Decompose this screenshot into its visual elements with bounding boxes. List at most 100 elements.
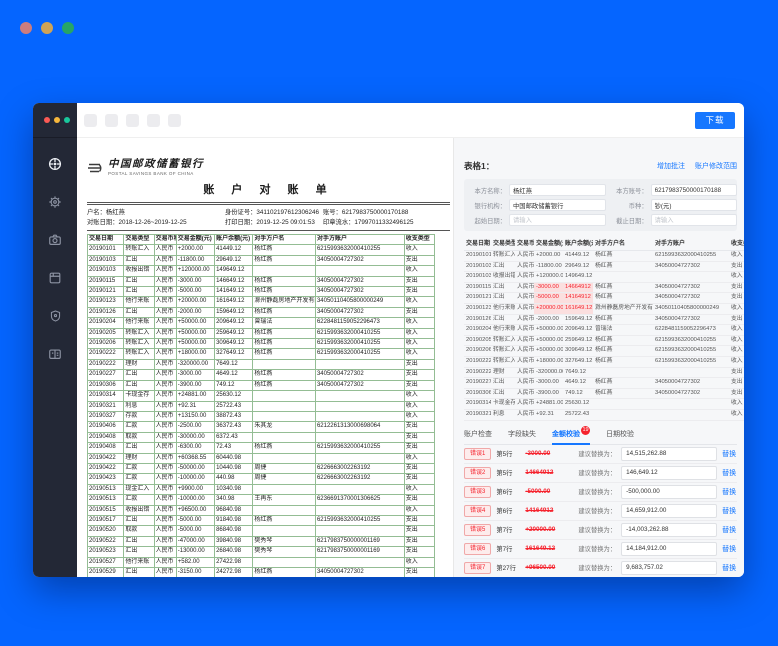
id-card-icon[interactable]: [43, 342, 67, 366]
statement-cell: 人民币: [153, 452, 177, 464]
statement-cell: 20190527: [86, 556, 125, 569]
statement-cell: 20190321: [86, 400, 125, 412]
download-button[interactable]: 下载: [695, 111, 735, 129]
parsed-row[interactable]: 20190306 汇出 人民币 -3900.00 749.12 杨红燕 3405000472…: [464, 388, 744, 400]
book-icon[interactable]: [43, 266, 67, 290]
parsed-cell: 34050004727302: [653, 282, 729, 294]
parsed-row[interactable]: 20190205 转账汇入 人民币 +50000.00 259649.12 杨红燕 6215…: [464, 335, 744, 347]
parsed-row[interactable]: 20190101 转账汇入 人民币 +2000.00 41449.12 杨红燕 621599…: [464, 250, 744, 262]
sidebar-nav: [33, 138, 77, 366]
parsed-row[interactable]: 20190103 汇出 人民币 -11800.00 29649.12 杨红燕 3405000…: [464, 261, 744, 273]
parsed-row[interactable]: 20190314 卡现金存 人民币 +24881.00 25630.12 收入: [464, 398, 744, 410]
parsed-row[interactable]: 20190222 理财 人民币 -320000.00 7649.12 支出: [464, 367, 744, 379]
statement-cell: 汇出: [123, 379, 155, 392]
suggestion-input[interactable]: [621, 560, 718, 575]
toolbar-tab-placeholder[interactable]: [84, 113, 97, 127]
gear-icon[interactable]: [43, 190, 67, 214]
own-name-input[interactable]: [509, 184, 606, 196]
camera-icon[interactable]: [43, 228, 67, 252]
error-old-value: +96500.00: [525, 564, 556, 571]
parsed-cell: 7649.12: [563, 367, 593, 379]
statement-cell: 汇款: [123, 462, 155, 475]
parsed-row[interactable]: 20190321 利息 人民币 +92.31 25722.43 收入: [464, 409, 744, 421]
statement-cell: 汇出: [123, 369, 155, 381]
statement-cell: 34050004727302: [314, 566, 405, 577]
statement-cell: 10340.98: [214, 483, 254, 496]
shield-icon[interactable]: [43, 304, 67, 328]
statement-cell: [314, 452, 405, 464]
parsed-row[interactable]: 20190227 汇出 人民币 -3000.00 4649.12 杨红燕 340500047…: [464, 377, 744, 389]
parsed-cell: 6215993632000410255: [653, 335, 729, 347]
minimize-icon[interactable]: [54, 117, 60, 123]
minimize-button[interactable]: [41, 22, 53, 34]
start-date-input[interactable]: [509, 214, 606, 226]
parsed-row[interactable]: 20190126 汇出 人民币 -2000.00 159649.12 杨红燕 3405000…: [464, 314, 744, 326]
account-edit-scope-link[interactable]: 账户修改范围: [695, 161, 737, 171]
logo-wheel-icon[interactable]: [43, 152, 67, 176]
suggestion-input[interactable]: [621, 446, 718, 461]
currency-input[interactable]: [650, 199, 737, 211]
tab-账户检查[interactable]: 账户检查: [464, 426, 492, 444]
replace-link[interactable]: 替换: [722, 525, 736, 535]
statement-cell: 6226663002263192: [314, 462, 405, 475]
toolbar-tab-placeholder[interactable]: [147, 113, 160, 127]
statement-cell: [314, 504, 405, 516]
suggestion-input[interactable]: [621, 484, 718, 499]
parsed-row[interactable]: 20190204 他行来账 人民币 +50000.00 209649.12 曾瑞法 6228…: [464, 324, 744, 336]
toolbar-tab-placeholder[interactable]: [126, 113, 139, 127]
own-account-input[interactable]: [650, 184, 737, 196]
statement-info-field: 户名：杨红燕: [87, 209, 125, 216]
suggestion-input[interactable]: [621, 465, 718, 480]
statement-row: 20190101 转账汇入 人民币 +2000.00 41449.12 杨红燕 621599…: [86, 244, 436, 256]
parsed-cell: 20190123: [464, 303, 491, 315]
statement-info-field: 印章流水：17997011332496125: [322, 218, 414, 226]
suggestion-input[interactable]: [621, 541, 718, 556]
statement-cell: 24272.98: [214, 566, 254, 577]
close-button[interactable]: [20, 22, 32, 34]
parsed-row[interactable]: 20190123 他行来账 人民币 +20000.00 161649.12 滁州静磊房地产…: [464, 303, 744, 315]
statement-info-field: 账号：6217983750000170188: [322, 209, 409, 216]
statement-cell: 人民币: [153, 431, 177, 444]
replace-link[interactable]: 替换: [722, 487, 736, 497]
statement-cell: [314, 525, 405, 537]
replace-link[interactable]: 替换: [722, 468, 736, 478]
suggestion-input[interactable]: [621, 503, 718, 518]
replace-link[interactable]: 替换: [722, 563, 736, 573]
parsed-row[interactable]: 20190222 转账汇入 人民币 +18000.00 327649.12 杨红燕 6215…: [464, 356, 744, 368]
add-annotation-link[interactable]: 增加批注: [657, 161, 685, 171]
parsed-row[interactable]: 20190115 汇出 人民币 -3000.00 14664912 杨红燕 34050004…: [464, 282, 744, 294]
parsed-row[interactable]: 20190206 转账汇入 人民币 +50000.00 309649.12 杨红燕 6215…: [464, 345, 744, 357]
statement-cell: 转账汇入: [123, 327, 155, 340]
parsed-cell: 6215993632000410255: [653, 250, 729, 262]
toolbar-tab-placeholder[interactable]: [105, 113, 118, 127]
statement-cell: 36372.43: [214, 421, 254, 433]
statement-cell: 转账汇入: [123, 244, 155, 256]
tab-金额校验[interactable]: 金额校验19: [552, 425, 590, 445]
parsed-row[interactable]: 20190103收报出错人民币+120000.00149649.12 收入: [464, 271, 744, 283]
toolbar-tab-placeholder[interactable]: [168, 113, 181, 127]
parsed-cell: +18000.00: [534, 356, 563, 368]
fullscreen-icon[interactable]: [64, 117, 70, 123]
end-date-input[interactable]: [650, 214, 737, 226]
error-row: 错误7 第27行 +96500.00 建议替换为： 替换: [464, 559, 737, 577]
statement-cell: 人民币: [153, 338, 177, 350]
tab-字段缺失[interactable]: 字段缺失: [508, 426, 536, 444]
statement-cell: 34050004727302: [314, 379, 405, 392]
replace-link[interactable]: 替换: [722, 449, 736, 459]
statement-cell: 支出: [403, 462, 436, 475]
replace-link[interactable]: 替换: [722, 506, 736, 516]
parsed-row[interactable]: 20190121 汇出 人民币 -5000.00 14164912 杨红燕 34050004…: [464, 292, 744, 304]
tab-日期校验[interactable]: 日期校验: [606, 426, 634, 444]
statement-cell: +24881.00: [175, 390, 216, 402]
parsed-cell: 29649.12: [563, 261, 593, 273]
statement-cell: 38872.43: [214, 410, 254, 423]
statement-cell: [314, 431, 405, 444]
error-old-value: 14664912: [525, 469, 554, 476]
bank-org-input[interactable]: [509, 199, 606, 211]
replace-link[interactable]: 替换: [722, 544, 736, 554]
flagged-cell: 161649.12: [563, 303, 593, 315]
suggestion-input[interactable]: [621, 522, 718, 537]
close-icon[interactable]: [44, 117, 50, 123]
statement-cell: 汇出: [123, 535, 155, 548]
fullscreen-button[interactable]: [62, 22, 74, 34]
